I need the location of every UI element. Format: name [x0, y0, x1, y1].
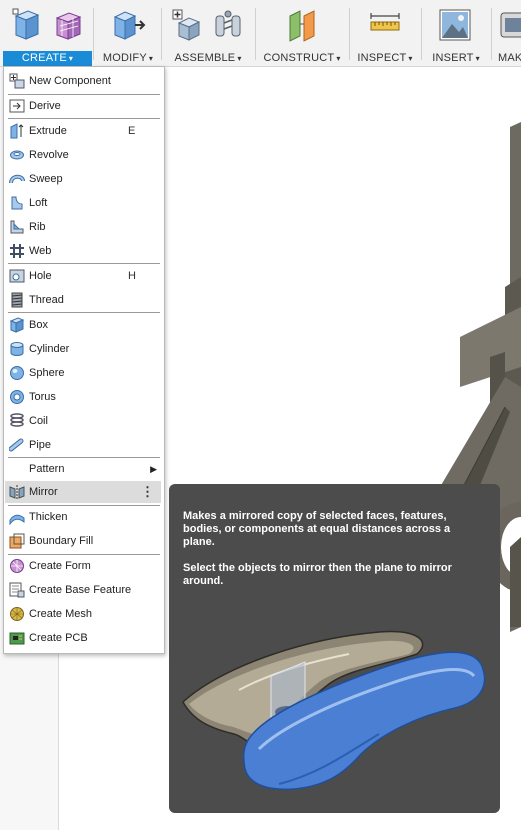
menu-item-create-form[interactable]: Create Form [5, 555, 161, 577]
measure-icon[interactable] [369, 8, 401, 42]
joint-icon[interactable] [213, 8, 245, 42]
make-group: MAK [495, 0, 521, 66]
create-menu-button[interactable]: CREATE ▾ [3, 51, 92, 66]
create-form-toolbar-icon[interactable] [53, 8, 83, 42]
menu-item-sweep[interactable]: Sweep [5, 168, 161, 190]
modify-group: MODIFY ▾ [97, 0, 159, 66]
toolbar: CREATE ▾ MODIFY ▾ ASSEMBLE ▾ CONSTRUCT ▾… [0, 0, 521, 67]
web-icon [10, 244, 24, 258]
insert-menu-button[interactable]: INSERT ▾ [425, 51, 487, 66]
menu-item-derive[interactable]: Derive [5, 95, 161, 117]
mirror-preview-illustration [182, 630, 486, 791]
tooltip-line: around. [183, 575, 224, 587]
menu-item-create-pcb[interactable]: Create PCB [5, 627, 161, 649]
tooltip-instructions: Select the objects to mirror then the pl… [183, 562, 483, 588]
revolve-icon [10, 150, 24, 160]
tooltip-line: Select the objects to mirror then the pl… [183, 562, 452, 574]
create-form-icon [10, 559, 24, 573]
mirror-tooltip: Makes a mirrored copy of selected faces,… [169, 484, 500, 813]
more-options-icon[interactable]: ⋮ [141, 481, 154, 503]
new-component-icon [9, 73, 25, 89]
menu-item-torus[interactable]: Torus [5, 386, 161, 408]
menu-item-revolve[interactable]: Revolve [5, 144, 161, 166]
make-menu-button[interactable]: MAK [495, 51, 521, 66]
derive-icon [9, 99, 25, 113]
create-pcb-icon [9, 632, 25, 645]
toolbar-divider [349, 8, 350, 60]
hole-icon [9, 269, 25, 283]
menu-item-thread[interactable]: Thread [5, 289, 161, 311]
menu-item-rib[interactable]: Rib [5, 216, 161, 238]
thread-icon [11, 292, 23, 308]
box-icon [9, 317, 25, 333]
offset-plane-icon[interactable] [286, 8, 320, 42]
submenu-arrow-icon: ▶ [150, 464, 157, 474]
menu-separator [8, 263, 160, 264]
new-sketch-icon[interactable] [12, 8, 42, 42]
construct-menu-button[interactable]: CONSTRUCT ▾ [259, 51, 345, 66]
pipe-icon [9, 438, 24, 452]
menu-item-web[interactable]: Web [5, 240, 161, 262]
menu-item-boundary-fill[interactable]: Boundary Fill [5, 530, 161, 552]
create-base-feature-icon [9, 582, 25, 598]
boundary-fill-icon [9, 533, 25, 549]
tooltip-line: plane. [183, 536, 215, 548]
menu-item-box[interactable]: Box [5, 314, 161, 336]
insert-image-icon[interactable] [439, 8, 471, 42]
insert-group: INSERT ▾ [425, 0, 487, 66]
sphere-icon [10, 366, 24, 380]
create-dropdown-menu: New Component Derive Extrude E Revolve S… [3, 66, 165, 654]
tooltip-description: Makes a mirrored copy of selected faces,… [183, 510, 483, 549]
toolbar-divider [255, 8, 256, 60]
press-pull-icon[interactable] [111, 8, 147, 42]
new-component-toolbar-icon[interactable] [171, 8, 203, 42]
toolbar-divider [491, 8, 492, 60]
loft-icon [11, 196, 23, 210]
construct-group: CONSTRUCT ▾ [259, 0, 345, 66]
menu-item-extrude[interactable]: Extrude E [5, 120, 161, 142]
menu-item-hole[interactable]: Hole H [5, 265, 161, 287]
toolbar-divider [421, 8, 422, 60]
menu-item-cylinder[interactable]: Cylinder [5, 338, 161, 360]
menu-item-coil[interactable]: Coil [5, 410, 161, 432]
menu-item-create-mesh[interactable]: Create Mesh [5, 603, 161, 625]
create-group: CREATE ▾ [3, 0, 92, 66]
torus-icon [10, 390, 24, 404]
assemble-menu-button[interactable]: ASSEMBLE ▾ [165, 51, 251, 66]
create-mesh-icon [10, 607, 24, 621]
menu-item-loft[interactable]: Loft [5, 192, 161, 214]
tooltip-line: bodies, or components at equal distances… [183, 523, 451, 535]
inspect-group: INSPECT ▾ [353, 0, 417, 66]
mirror-icon [9, 485, 25, 499]
menu-item-create-base-feature[interactable]: Create Base Feature [5, 579, 161, 601]
cylinder-icon [10, 342, 24, 356]
toolbar-divider [93, 8, 94, 60]
menu-item-thicken[interactable]: Thicken [5, 506, 161, 528]
thicken-icon [9, 514, 25, 525]
modify-menu-button[interactable]: MODIFY ▾ [97, 51, 159, 66]
inspect-menu-button[interactable]: INSPECT ▾ [353, 51, 417, 66]
rib-icon [10, 220, 24, 234]
menu-separator [8, 312, 160, 313]
toolbar-divider [161, 8, 162, 60]
assemble-group: ASSEMBLE ▾ [165, 0, 251, 66]
sweep-icon [9, 174, 25, 184]
menu-separator [8, 118, 160, 119]
menu-item-sphere[interactable]: Sphere [5, 362, 161, 384]
coil-icon [10, 413, 24, 427]
menu-item-pipe[interactable]: Pipe [5, 434, 161, 456]
menu-item-pattern[interactable]: Pattern ▶ [5, 458, 161, 480]
tooltip-line: Makes a mirrored copy of selected faces,… [183, 510, 447, 522]
menu-item-new-component[interactable]: New Component [5, 70, 161, 92]
extrude-icon [10, 123, 24, 139]
menu-item-mirror[interactable]: Mirror ⋮ [5, 481, 161, 503]
3d-print-icon[interactable] [499, 8, 521, 42]
